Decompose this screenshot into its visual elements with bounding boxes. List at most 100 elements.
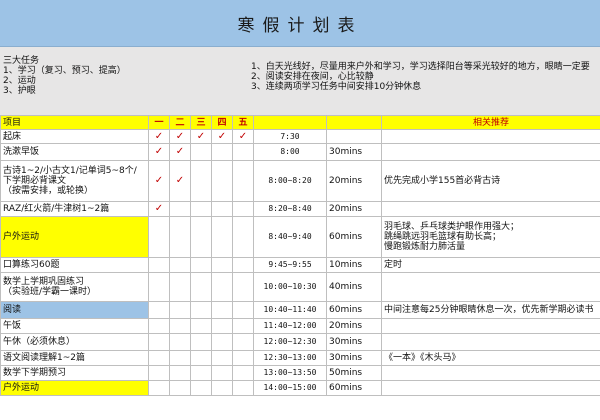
row-recommend: 羽毛球、乒乓球类护眼作用强大； 跳绳跳远羽毛篮球有助长高； 慢跑锻炼耐力肺活量: [381, 216, 600, 258]
row-item: 午饭: [0, 318, 149, 334]
row-recommend: [381, 380, 600, 396]
row-check-day-4: [211, 216, 233, 258]
row-duration: 20mins: [326, 160, 382, 202]
row-duration: 30mins: [326, 143, 382, 161]
row-check-day-5: [232, 272, 254, 302]
row-check-day-3: [190, 257, 212, 273]
row-recommend: [381, 201, 600, 217]
row-recommend: [381, 143, 600, 161]
row-check-day-3: [190, 201, 212, 217]
row-check-day-5: [232, 350, 254, 366]
row-check-day-3: [190, 380, 212, 396]
row-duration: 20mins: [326, 201, 382, 217]
row-recommend: [381, 272, 600, 302]
row-item: 语文阅读理解1~2篇: [0, 350, 149, 366]
row-check-day-4: [211, 365, 233, 381]
row-time: 8:40~9:40: [253, 216, 327, 258]
row-item: RAZ/红火箭/牛津树1~2篇: [0, 201, 149, 217]
row-check-day-2: ✓: [169, 129, 191, 144]
row-item: 起床: [0, 129, 149, 144]
table-row: RAZ/红火箭/牛津树1~2篇 ✓ 8:20~8:40 20mins: [0, 201, 600, 217]
row-item: 阅读: [0, 301, 149, 319]
row-check-day-2: [169, 272, 191, 302]
row-check-day-5: [232, 201, 254, 217]
row-duration: 30mins: [326, 333, 382, 351]
header-item: 项目: [0, 115, 149, 130]
table-row: 户外运动 14:00~15:00 60mins: [0, 380, 600, 396]
row-check-day-4: [211, 143, 233, 161]
row-duration: 50mins: [326, 365, 382, 381]
row-check-day-3: [190, 333, 212, 351]
row-time: 8:00: [253, 143, 327, 161]
row-check-day-4: [211, 160, 233, 202]
table-row: 阅读 10:40~11:40 60mins 中间注意每25分钟眼睛休息一次，优先新学期…: [0, 301, 600, 319]
row-check-day-2: [169, 257, 191, 273]
row-duration: 30mins: [326, 350, 382, 366]
row-check-day-2: [169, 318, 191, 334]
row-duration: [326, 129, 382, 144]
row-recommend: [381, 333, 600, 351]
row-check-day-2: [169, 380, 191, 396]
row-check-day-4: [211, 257, 233, 273]
row-recommend: 定时: [381, 257, 600, 273]
row-time: 10:00~10:30: [253, 272, 327, 302]
row-check-day-1: [148, 257, 170, 273]
header-day-3: 三: [190, 115, 212, 130]
row-check-day-3: ✓: [190, 129, 212, 144]
table-row: 午休（必须休息） 12:00~12:30 30mins: [0, 333, 600, 351]
row-check-day-4: [211, 301, 233, 319]
table-row: 起床 ✓ ✓ ✓ ✓ ✓ 7:30: [0, 129, 600, 144]
row-check-day-3: [190, 160, 212, 202]
table-row: 数学下学期预习 13:00~13:50 50mins: [0, 365, 600, 381]
table-row: 古诗1~2/小古文1/记单词5~8个/ 下学期必背课文 （按需安排，或轮换） ✓ ✓…: [0, 160, 600, 202]
row-check-day-1: [148, 333, 170, 351]
row-item: 洗漱早饭: [0, 143, 149, 161]
row-recommend: 中间注意每25分钟眼睛休息一次，优先新学期必读书: [381, 301, 600, 319]
row-check-day-1: [148, 365, 170, 381]
row-check-day-2: [169, 333, 191, 351]
row-time: 8:00~8:20: [253, 160, 327, 202]
table-row: 语文阅读理解1~2篇 12:30~13:00 30mins 《一本》《木头马》: [0, 350, 600, 366]
row-check-day-2: ✓: [169, 143, 191, 161]
info-band: 三大任务 1、学习（复习、预习、提高） 2、运动 3、护眼 1、白天光线好，尽量…: [0, 47, 600, 116]
header-day-2: 二: [169, 115, 191, 130]
row-item: 户外运动: [0, 380, 149, 396]
row-item: 古诗1~2/小古文1/记单词5~8个/ 下学期必背课文 （按需安排，或轮换）: [0, 160, 149, 202]
row-check-day-5: [232, 257, 254, 273]
row-item: 数学上学期巩固练习 （实验班/学霸一课时）: [0, 272, 149, 302]
row-duration: 40mins: [326, 272, 382, 302]
table-row: 户外运动 8:40~9:40 60mins 羽毛球、乒乓球类护眼作用强大； 跳绳跳远羽…: [0, 216, 600, 258]
row-check-day-5: [232, 380, 254, 396]
row-check-day-1: [148, 350, 170, 366]
header-recommend: 相关推荐: [381, 115, 600, 130]
row-time: 12:30~13:00: [253, 350, 327, 366]
row-check-day-3: [190, 301, 212, 319]
row-check-day-5: ✓: [232, 129, 254, 144]
row-item: 午休（必须休息）: [0, 333, 149, 351]
row-check-day-2: [169, 350, 191, 366]
header-day-1: 一: [148, 115, 170, 130]
row-recommend: 优先完成小学155首必背古诗: [381, 160, 600, 202]
row-time: 14:00~15:00: [253, 380, 327, 396]
header-day-4: 四: [211, 115, 233, 130]
row-item: 户外运动: [0, 216, 149, 258]
row-duration: 60mins: [326, 301, 382, 319]
table-header-row: 项目 一 二 三 四 五 相关推荐: [0, 115, 600, 130]
row-check-day-5: [232, 333, 254, 351]
row-check-day-3: [190, 365, 212, 381]
row-check-day-4: [211, 201, 233, 217]
row-check-day-2: [169, 216, 191, 258]
row-duration: 60mins: [326, 216, 382, 258]
row-check-day-1: ✓: [148, 160, 170, 202]
row-check-day-5: [232, 365, 254, 381]
row-check-day-4: [211, 333, 233, 351]
row-check-day-5: [232, 160, 254, 202]
page-title: 寒假计划表: [237, 15, 363, 36]
row-time: 11:40~12:00: [253, 318, 327, 334]
row-item: 口算练习60题: [0, 257, 149, 273]
row-time: 9:45~9:55: [253, 257, 327, 273]
row-check-day-3: [190, 350, 212, 366]
row-check-day-2: [169, 201, 191, 217]
header-time: [253, 115, 327, 130]
row-check-day-1: [148, 272, 170, 302]
